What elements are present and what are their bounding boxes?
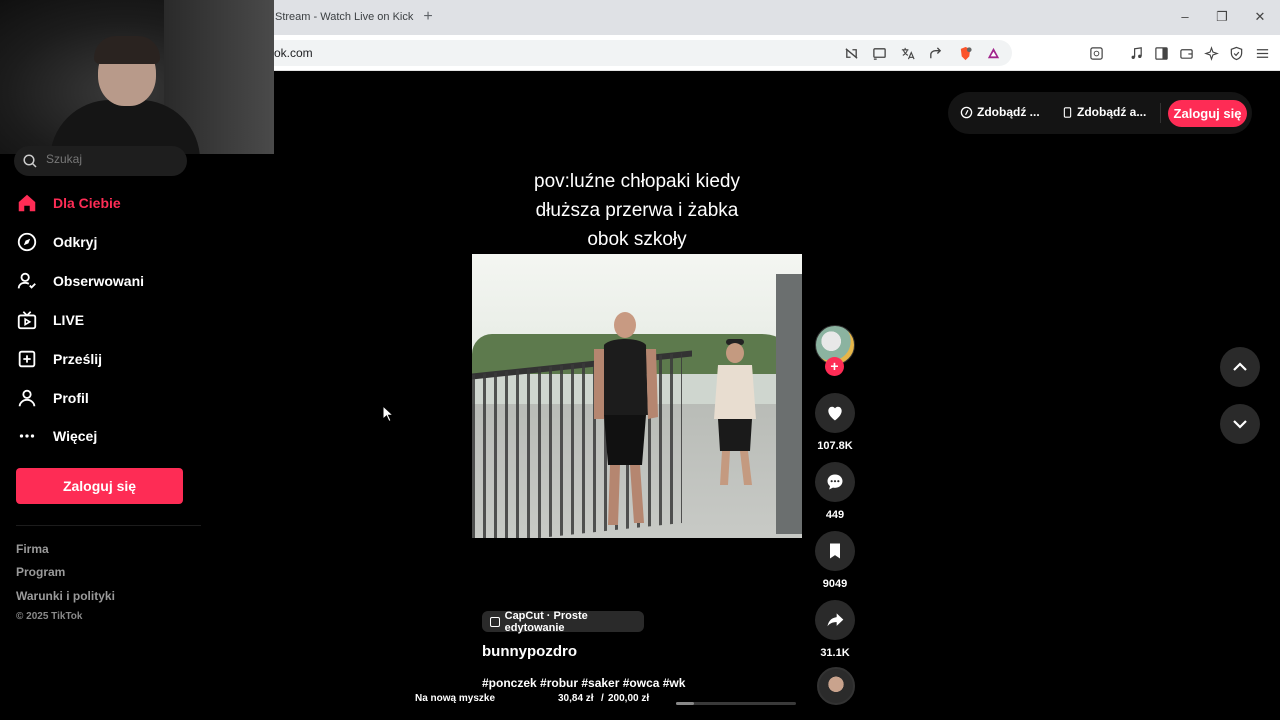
comment-icon [827, 474, 843, 490]
video-person-right [714, 339, 756, 485]
video-building [776, 274, 802, 534]
next-video-button[interactable] [1220, 404, 1260, 444]
video-caption-line-2: dłuższa przerwa i żabka [535, 200, 739, 221]
sidebar-item-label: LIVE [53, 312, 85, 328]
save-count: 9049 [822, 578, 848, 590]
donation-goal-amount: 200,00 zł [608, 693, 650, 704]
get-app-button[interactable]: Zdobądź a... [1062, 105, 1146, 119]
brave-shields-icon[interactable] [957, 45, 973, 61]
vpn-shield-icon[interactable] [1228, 45, 1244, 61]
sidebar-item-dla-ciebie[interactable]: Dla Ciebie [16, 187, 206, 219]
donation-progress-fill [676, 702, 694, 705]
cast-icon[interactable] [871, 45, 887, 61]
get-coins-button[interactable]: Zdobądź ... [960, 105, 1040, 119]
like-button[interactable] [815, 393, 855, 433]
reader-off-icon[interactable] [843, 45, 859, 61]
sidebar-panel-icon[interactable] [1088, 45, 1104, 61]
donation-separator: / [601, 693, 604, 704]
share-button[interactable] [815, 600, 855, 640]
sidebar-item-odkryj[interactable]: Odkryj [16, 226, 206, 258]
sidebar-item-label: Więcej [53, 428, 98, 444]
leo-ai-icon[interactable] [1203, 45, 1219, 61]
video-author[interactable]: bunnypozdro [482, 643, 577, 660]
sidebar-item-przeslij[interactable]: Prześlij [16, 343, 206, 375]
mouse-cursor-icon [382, 405, 394, 423]
sidebar: Szukaj Dla Ciebie Odkryj Obserwowani LIV… [0, 146, 210, 720]
webcam-overlay [0, 0, 274, 154]
minimize-button[interactable]: – [1175, 8, 1195, 26]
search-icon[interactable] [22, 153, 38, 169]
video-hashtags[interactable]: #ponczek #robur #saker #owca #wk [482, 676, 685, 690]
footer-link-program[interactable]: Program [16, 565, 65, 579]
phone-icon [1063, 106, 1072, 118]
copyright: © 2025 TikTok [16, 611, 83, 622]
chevron-down-icon [1233, 420, 1247, 429]
media-icon[interactable] [1128, 45, 1144, 61]
close-window-button[interactable]: ✕ [1250, 8, 1270, 26]
restore-button[interactable]: ❐ [1212, 8, 1232, 26]
sidebar-item-label: Odkryj [53, 234, 98, 250]
sidebar-item-wiecej[interactable]: Więcej [16, 420, 206, 452]
like-count: 107.8K [817, 440, 853, 452]
sidebar-item-label: Obserwowani [53, 273, 145, 289]
capcut-tag[interactable]: CapCut · Proste edytowanie [482, 609, 644, 634]
live-tv-icon [16, 308, 44, 332]
footer-link-terms[interactable]: Warunki i polityki [16, 589, 115, 603]
sidebar-item-live[interactable]: LIVE [16, 304, 206, 336]
webcam-person-hair [94, 36, 160, 64]
video-caption-line-3: obok szkoły [587, 229, 687, 250]
video-caption-line-1: pov:luźne chłopaki kiedy [534, 171, 740, 192]
capcut-icon [490, 616, 500, 627]
address-bar-url[interactable]: ok.com [274, 46, 313, 60]
header-login-button[interactable]: Zaloguj się [1168, 100, 1247, 127]
compass-icon [16, 230, 44, 254]
sidebar-divider [16, 525, 201, 526]
sidebar-item-label: Dla Ciebie [53, 195, 121, 211]
browser-tab-title[interactable]: Stream - Watch Live on Kick [275, 11, 413, 23]
profile-icon [16, 386, 44, 410]
new-tab-button[interactable]: + [420, 7, 436, 27]
get-coins-label: Zdobądź ... [977, 105, 1040, 119]
chevron-up-icon [1233, 362, 1247, 371]
upload-icon [16, 347, 44, 371]
donation-goal-title: Na nową myszke [415, 693, 496, 704]
home-icon [16, 191, 44, 215]
heart-icon [828, 406, 842, 421]
sidebar-toggle-icon[interactable] [1153, 45, 1169, 61]
donation-current-amount: 30,84 zł [558, 693, 594, 704]
share-count: 31.1K [820, 647, 850, 659]
pill-separator [1160, 103, 1161, 123]
menu-icon[interactable] [1254, 45, 1270, 61]
sidebar-item-obserwowani[interactable]: Obserwowani [16, 265, 206, 297]
coin-icon [960, 106, 973, 118]
get-app-label: Zdobądź a... [1077, 105, 1147, 119]
sidebar-login-button[interactable]: Zaloguj się [16, 468, 183, 504]
previous-video-button[interactable] [1220, 347, 1260, 387]
video-player[interactable] [472, 254, 802, 538]
sidebar-item-label: Prześlij [53, 351, 103, 367]
brave-rewards-icon[interactable] [985, 45, 1001, 61]
comment-count: 449 [825, 509, 845, 521]
comment-button[interactable] [815, 462, 855, 502]
translate-icon[interactable] [899, 45, 915, 61]
more-icon [16, 424, 44, 448]
bookmark-icon [830, 543, 840, 559]
wallet-icon[interactable] [1178, 45, 1194, 61]
save-button[interactable] [815, 531, 855, 571]
donation-progress-track [676, 702, 796, 705]
search-input[interactable] [14, 146, 187, 176]
following-icon [16, 269, 44, 293]
share-arrow-icon [827, 613, 844, 627]
sidebar-item-label: Profil [53, 390, 89, 406]
share-icon[interactable] [927, 45, 943, 61]
footer-link-firma[interactable]: Firma [16, 542, 49, 556]
search-placeholder: Szukaj [46, 152, 83, 166]
video-person-left [594, 312, 658, 525]
follow-plus-icon[interactable]: + [825, 357, 844, 376]
music-disc-avatar[interactable] [817, 667, 855, 705]
sidebar-item-profil[interactable]: Profil [16, 382, 206, 414]
capcut-label: CapCut · Proste edytowanie [504, 609, 588, 634]
